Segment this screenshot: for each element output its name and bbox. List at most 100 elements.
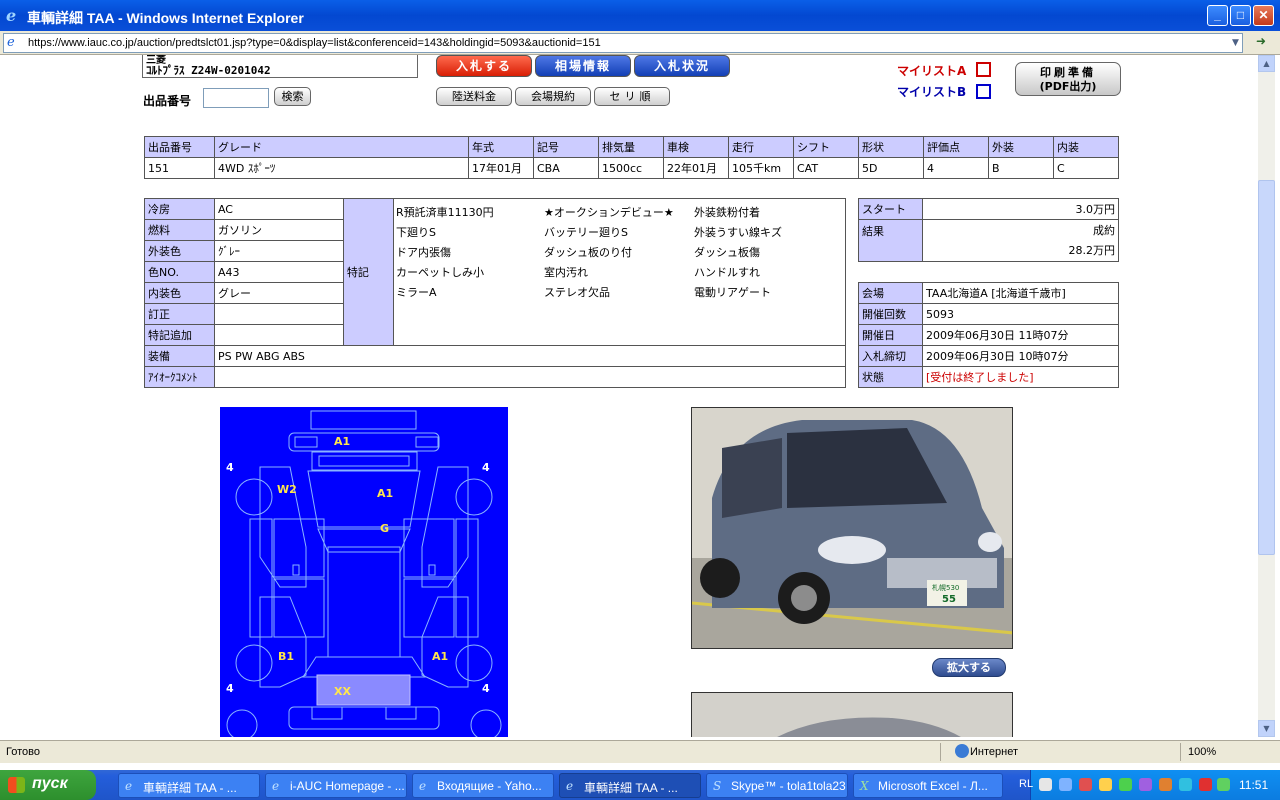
tray-icon[interactable] <box>1059 778 1072 791</box>
pdf-button-line2: (PDF出力) <box>1039 80 1097 93</box>
tray-icon[interactable] <box>1199 778 1212 791</box>
tray-icon[interactable] <box>1119 778 1132 791</box>
zoom-level[interactable]: 100% <box>1188 746 1216 758</box>
mylist-b-checkbox[interactable] <box>976 84 991 99</box>
transport-fee-button[interactable]: 陸送料金 <box>436 87 512 106</box>
tray-icon[interactable] <box>1179 778 1192 791</box>
security-zone: Интернет <box>970 746 1018 758</box>
diagram-mark: B1 <box>278 650 294 663</box>
comment-label: ｱｲｵｰｸｺﾒﾝﾄ <box>144 366 215 388</box>
clock: 11:51 <box>1239 778 1269 792</box>
vertical-scrollbar[interactable]: ▲ ▼ <box>1258 55 1275 737</box>
detail-value: A43 <box>213 261 344 283</box>
start-button[interactable]: пуск <box>0 770 96 800</box>
bid-button[interactable]: 入札する <box>436 55 532 77</box>
taskbar-item[interactable]: e 車輌詳細 TAA - ... <box>118 773 260 798</box>
tray-icon[interactable] <box>1039 778 1052 791</box>
mylist-a-checkbox[interactable] <box>976 62 991 77</box>
venue-row: 開催日 2009年06月30日 11時07分 <box>858 324 1119 346</box>
excel-icon: X <box>860 779 869 793</box>
pdf-print-button[interactable]: 印刷準備 (PDF出力) <box>1015 62 1121 96</box>
car-photo-2[interactable] <box>691 692 1013 737</box>
equipment-value: PS PW ABG ABS <box>213 345 847 367</box>
system-tray: RL 11:51 <box>1019 770 1280 800</box>
summary-header: シフト <box>793 136 859 158</box>
summary-header: グレード <box>214 136 469 158</box>
address-url: https://www.iauc.co.jp/auction/predtslct… <box>28 37 601 49</box>
car-photo-2-image <box>777 717 961 737</box>
venue-label: 開催日 <box>858 324 923 346</box>
page-icon: e <box>7 35 15 50</box>
result-label: 結果 <box>858 219 923 262</box>
taskbar-item[interactable]: S Skype™ - tola1tola23 <box>706 773 848 798</box>
tray-icon[interactable] <box>1159 778 1172 791</box>
scroll-down-button[interactable]: ▼ <box>1258 720 1275 737</box>
start-price: 3.0万円 <box>922 198 1119 220</box>
venue-value: 2009年06月30日 11時07分 <box>922 324 1119 346</box>
detail-label: 特記追加 <box>144 324 215 346</box>
window-title: 車輌詳細 TAA - Windows Internet Explorer <box>27 10 304 26</box>
note-item: バッテリー廻りS <box>544 226 628 239</box>
status-separator <box>1180 743 1181 761</box>
market-info-button[interactable]: 相場情報 <box>535 55 631 77</box>
taskbar-item-active[interactable]: e 車輌詳細 TAA - ... <box>559 773 701 798</box>
minimize-button[interactable]: _ <box>1207 5 1228 26</box>
taskbar-item[interactable]: X Microsoft Excel - Л... <box>853 773 1003 798</box>
venue-rules-button[interactable]: 会場規約 <box>515 87 591 106</box>
scroll-up-button[interactable]: ▲ <box>1258 55 1275 72</box>
diagram-mark: XX <box>334 685 351 698</box>
diagram-mark: 4 <box>226 682 234 695</box>
search-button[interactable]: 検索 <box>274 87 311 106</box>
venue-value: 5093 <box>922 303 1119 325</box>
tray-icon[interactable] <box>1079 778 1092 791</box>
equipment-row: 装備 PS PW ABG ABS <box>144 345 847 367</box>
scroll-thumb[interactable] <box>1258 180 1275 555</box>
summary-cell: 5D <box>858 157 924 179</box>
diagram-mark: A1 <box>432 650 448 663</box>
tray-icon[interactable] <box>1139 778 1152 791</box>
summary-header: 記号 <box>533 136 599 158</box>
windows-logo-icon <box>8 777 25 793</box>
internet-zone-icon <box>955 744 969 758</box>
result-row: 結果 成約 28.2万円 <box>858 219 1119 262</box>
summary-cell: 22年01月 <box>663 157 729 179</box>
chevron-down-icon[interactable]: ▼ <box>1228 34 1243 52</box>
summary-cell: B <box>988 157 1054 179</box>
note-item: ステレオ欠品 <box>544 286 610 299</box>
result-status: 成約 <box>1093 223 1115 237</box>
language-indicator[interactable]: RL <box>1019 778 1033 790</box>
taskbar-item[interactable]: e i-AUC Homepage - ... <box>265 773 407 798</box>
ie-icon: e <box>566 779 574 793</box>
detail-label: 燃料 <box>144 219 215 241</box>
enlarge-button[interactable]: 拡大する <box>932 658 1006 677</box>
equipment-label: 装備 <box>144 345 215 367</box>
summary-cell: 1500cc <box>598 157 664 179</box>
maximize-button[interactable]: □ <box>1230 5 1251 26</box>
taskbar-item-label: i-AUC Homepage - ... <box>290 779 405 793</box>
go-icon[interactable]: ➜ <box>1250 34 1272 52</box>
note-item: ミラーA <box>396 286 437 299</box>
summary-header: 出品番号 <box>144 136 215 158</box>
close-button[interactable]: ✕ <box>1253 5 1274 26</box>
summary-cell: 4 <box>923 157 989 179</box>
tray-icon[interactable] <box>1217 778 1230 791</box>
venue-label: 入札締切 <box>858 345 923 367</box>
lot-number-input[interactable] <box>203 88 269 108</box>
result-value-cell: 成約 28.2万円 <box>922 219 1119 262</box>
taskbar-item[interactable]: e Входящие - Yaho... <box>412 773 554 798</box>
start-label: スタート <box>858 198 923 220</box>
venue-row: 会場 TAA北海道A [北海道千歳市] <box>858 282 1119 304</box>
summary-cell: C <box>1053 157 1119 179</box>
bid-status-button[interactable]: 入札状況 <box>634 55 730 77</box>
taskbar-item-label: Microsoft Excel - Л... <box>878 779 988 793</box>
address-input[interactable]: e https://www.iauc.co.jp/auction/predtsl… <box>3 33 1243 53</box>
detail-value: AC <box>213 198 344 220</box>
ie-icon: e <box>419 779 427 793</box>
car-photo[interactable]: 札幌530 55 <box>691 407 1013 649</box>
diagram-mark: 4 <box>482 461 490 474</box>
auction-order-button[interactable]: セリ順 <box>594 87 670 106</box>
tray-icon[interactable] <box>1099 778 1112 791</box>
ie-logo-icon: e <box>6 6 17 25</box>
window-titlebar: e 車輌詳細 TAA - Windows Internet Explorer _… <box>0 0 1280 31</box>
note-item: ダッシュ板傷 <box>694 246 760 259</box>
